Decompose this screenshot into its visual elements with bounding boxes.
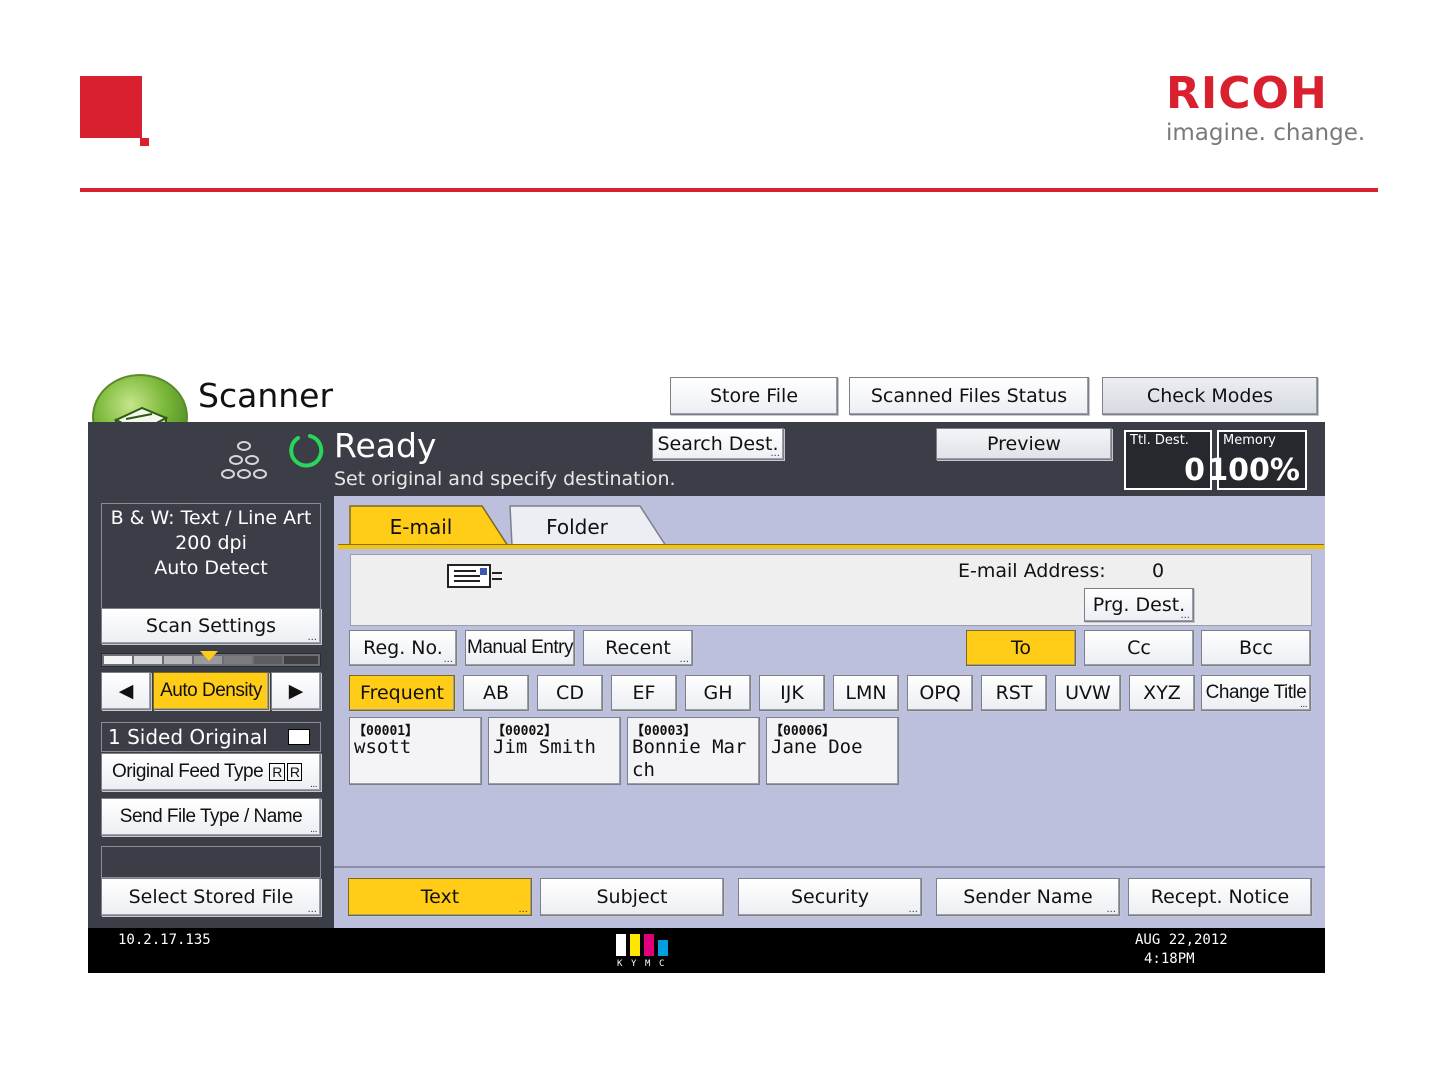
logo-tagline: imagine. change. <box>1166 120 1366 146</box>
index-tab-frequent[interactable]: Frequent <box>349 675 455 711</box>
density-darker-button[interactable]: ▶ <box>271 672 321 710</box>
scan-settings-summary: B & W: Text / Line Art 200 dpi Auto Dete… <box>101 503 321 609</box>
feed-orientation-icon: R <box>269 763 285 781</box>
index-tab-lmn[interactable]: LMN <box>833 675 899 711</box>
app-title: Scanner <box>198 376 334 415</box>
recept-notice-button[interactable]: Recept. Notice <box>1128 878 1312 916</box>
email-envelope-icon <box>447 564 502 588</box>
status-ready-text: Ready <box>334 426 437 465</box>
cc-button[interactable]: Cc <box>1084 630 1194 666</box>
sides-icon <box>288 729 310 745</box>
ttl-dest-value: 0 <box>1184 453 1205 488</box>
index-tab-opq[interactable]: OPQ <box>907 675 973 711</box>
index-tab-uvw[interactable]: UVW <box>1055 675 1121 711</box>
status-message: Set original and specify destination. <box>334 468 676 490</box>
job-list-icon <box>221 441 267 479</box>
prg-dest-button[interactable]: Prg. Dest.... <box>1084 588 1194 622</box>
toner-letter-k: K <box>617 959 623 968</box>
destination-entry[interactable]: 【00006】 Jane Doe <box>766 717 899 785</box>
sender-name-button[interactable]: Sender Name... <box>936 878 1120 916</box>
index-tab-cd[interactable]: CD <box>537 675 603 711</box>
email-address-count: 0 <box>1152 560 1165 582</box>
scan-size-text: Auto Detect <box>154 557 268 579</box>
scanned-files-status-button[interactable]: Scanned Files Status <box>849 377 1089 415</box>
toner-letter-y: Y <box>631 959 637 968</box>
index-tab-rst[interactable]: RST <box>981 675 1047 711</box>
search-dest-button[interactable]: Search Dest.... <box>652 428 784 460</box>
subject-button[interactable]: Subject <box>540 878 724 916</box>
entry-name: wsott <box>354 736 412 758</box>
logo-brand: RICOH <box>1166 68 1328 119</box>
toner-level-icon: K Y M C <box>616 934 668 968</box>
entry-name: Bonnie March <box>632 736 747 781</box>
feed-orientation-rotated-icon: R <box>286 763 303 781</box>
email-address-label: E-mail Address: <box>958 560 1106 582</box>
blank-status-field <box>101 846 321 878</box>
ready-status-icon <box>289 434 324 468</box>
original-feed-type-button[interactable]: Original Feed Type R R ... <box>101 753 321 791</box>
recent-button[interactable]: Recent... <box>583 630 693 666</box>
destination-entry[interactable]: 【00002】 Jim Smith <box>488 717 621 785</box>
index-tab-ef[interactable]: EF <box>611 675 677 711</box>
tab-underline <box>338 544 1324 549</box>
scan-mode-text: B & W: Text / Line Art <box>110 507 312 529</box>
scan-resolution-text: 200 dpi <box>175 532 247 554</box>
red-square-notch <box>140 138 149 146</box>
tab-folder[interactable]: Folder <box>512 508 642 546</box>
index-tab-ab[interactable]: AB <box>463 675 529 711</box>
time-display: 4:18PM <box>1144 951 1195 967</box>
ip-address: 10.2.17.135 <box>118 932 211 948</box>
memory-label: Memory <box>1223 433 1276 448</box>
scan-settings-button[interactable]: Scan Settings... <box>101 608 321 644</box>
destination-entry[interactable]: 【00001】 wsott <box>349 717 482 785</box>
check-modes-button[interactable]: Check Modes <box>1102 377 1318 415</box>
memory-counter: Memory 100% <box>1207 430 1307 490</box>
original-sides-label: 1 Sided Original <box>101 722 321 752</box>
toner-letter-c: C <box>659 959 664 968</box>
index-tab-xyz[interactable]: XYZ <box>1129 675 1195 711</box>
slide: RICOH imagine. change. Scanner Store Fil… <box>0 0 1440 1080</box>
tab-email[interactable]: E-mail <box>352 508 490 546</box>
index-tab-gh[interactable]: GH <box>685 675 751 711</box>
memory-value: 100% <box>1207 453 1300 488</box>
security-button[interactable]: Security... <box>738 878 922 916</box>
entry-name: Jim Smith <box>493 736 596 758</box>
auto-density-button[interactable]: Auto Density <box>153 672 269 710</box>
density-lighter-button[interactable]: ◀ <box>101 672 151 710</box>
store-file-button[interactable]: Store File <box>670 377 838 415</box>
total-destinations-counter: Ttl. Dest. 0 <box>1124 430 1212 490</box>
select-stored-file-button[interactable]: Select Stored File... <box>101 878 321 916</box>
preview-button[interactable]: Preview <box>936 428 1112 460</box>
to-button[interactable]: To <box>966 630 1076 666</box>
index-tab-ijk[interactable]: IJK <box>759 675 825 711</box>
bcc-button[interactable]: Bcc <box>1201 630 1311 666</box>
density-marker-icon <box>200 651 218 661</box>
destination-entry[interactable]: 【00003】 Bonnie March <box>627 717 760 785</box>
ricoh-logo: RICOH imagine. change. <box>1166 70 1380 150</box>
toner-letter-m: M <box>645 959 651 968</box>
ttl-dest-label: Ttl. Dest. <box>1130 433 1189 448</box>
manual-entry-button[interactable]: Manual Entry <box>465 630 575 666</box>
red-square-decoration <box>80 76 142 138</box>
header-rule <box>80 188 1378 192</box>
text-button[interactable]: Text... <box>348 878 532 916</box>
reg-no-button[interactable]: Reg. No.... <box>349 630 457 666</box>
send-file-type-button[interactable]: Send File Type / Name... <box>101 798 321 836</box>
date-display: AUG 22,2012 <box>1135 932 1228 948</box>
change-title-button[interactable]: Change Title... <box>1201 675 1311 711</box>
entry-name: Jane Doe <box>771 736 863 758</box>
scanner-panel: Scanner Store File Scanned Files Status … <box>88 370 1325 973</box>
